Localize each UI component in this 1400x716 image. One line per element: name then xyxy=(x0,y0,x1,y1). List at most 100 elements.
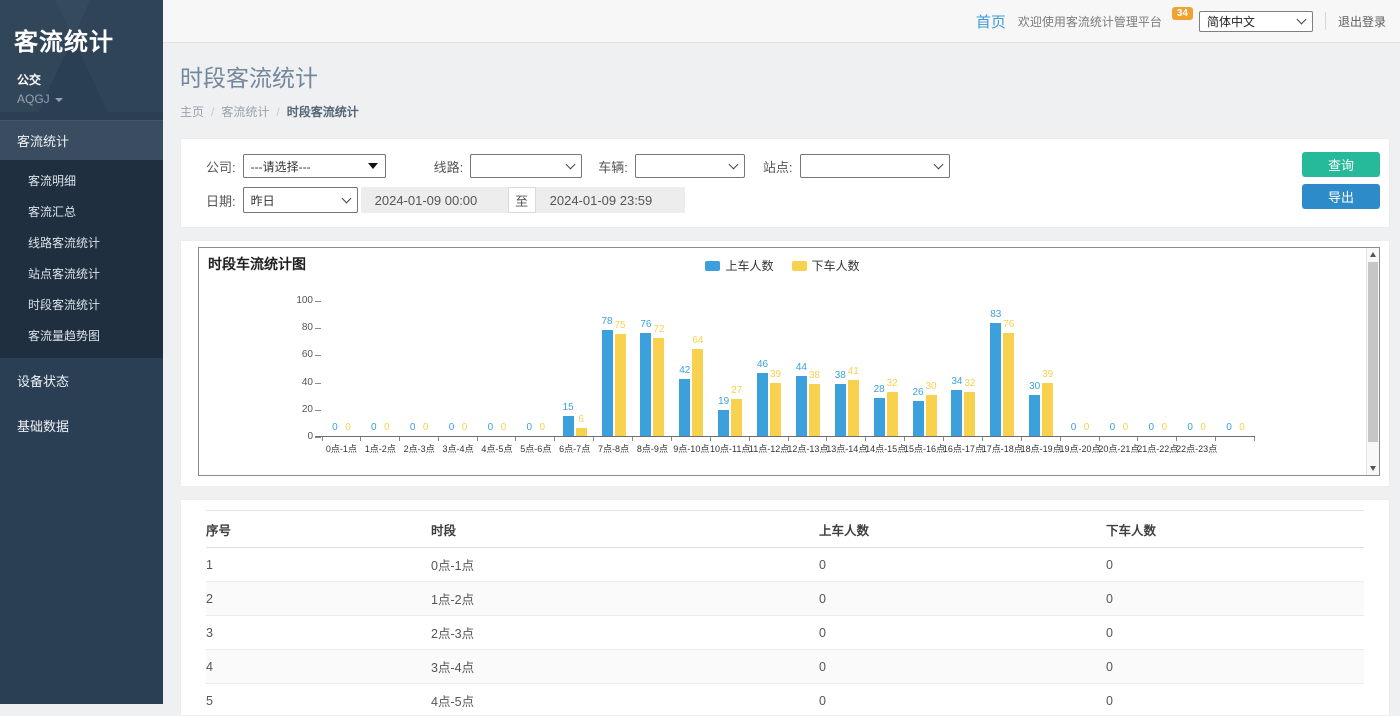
x-axis-tick xyxy=(982,437,983,441)
bar-alighting: 38 xyxy=(809,384,820,436)
sidebar-item-passenger-stats[interactable]: 客流统计 xyxy=(0,120,163,160)
sidebar-item[interactable]: 基础数据 xyxy=(0,403,163,448)
bar-value-label: 0 xyxy=(332,422,338,433)
table-cell: 0 xyxy=(1106,650,1364,684)
x-axis-label: 8点-9点 xyxy=(637,442,668,455)
time-period-table: 序号时段上车人数下车人数 10点-1点0021点-2点0032点-3点0043点… xyxy=(206,510,1364,716)
table-cell: 0 xyxy=(819,650,1106,684)
breadcrumb-home[interactable]: 主页 xyxy=(180,105,204,119)
bar-value-label: 41 xyxy=(848,366,859,377)
sidebar-submenu-item[interactable]: 线路客流统计 xyxy=(0,227,163,258)
date-preset-select[interactable]: 昨日 xyxy=(243,187,358,213)
bar-value-label: 78 xyxy=(602,316,613,327)
table-cell: 0 xyxy=(1106,616,1364,650)
chart-category: 78757点-8点 xyxy=(594,301,633,436)
bar-value-label: 0 xyxy=(1226,422,1232,433)
bar-value-label: 44 xyxy=(796,362,807,373)
table-row: 43点-4点00 xyxy=(206,650,1364,684)
sidebar-submenu-item[interactable]: 时段客流统计 xyxy=(0,289,163,320)
x-axis-tick xyxy=(1215,437,1216,441)
logout-link[interactable]: 退出登录 xyxy=(1338,13,1386,30)
export-button[interactable]: 导出 xyxy=(1302,184,1380,209)
bar-value-label: 0 xyxy=(1110,422,1116,433)
language-select[interactable]: 简体中文 xyxy=(1199,11,1313,32)
chart-category: 303918点-19点 xyxy=(1022,301,1061,436)
x-axis-label: 15点-16点 xyxy=(904,442,945,455)
table-cell: 0 xyxy=(1106,684,1364,716)
bar-value-label: 39 xyxy=(1042,369,1053,380)
x-axis-label: 6点-7点 xyxy=(559,442,590,455)
legend-item[interactable]: 下车人数 xyxy=(792,257,860,274)
bar-group: 1927 xyxy=(718,399,742,436)
bar-value-label: 32 xyxy=(887,378,898,389)
x-axis-label: 17点-18点 xyxy=(982,442,1023,455)
chart-panel: 时段车流统计图 上车人数下车人数 000点-1点001点-2点002点-3点00… xyxy=(180,240,1390,487)
triangle-down-icon xyxy=(368,163,378,169)
station-select[interactable] xyxy=(800,154,950,178)
breadcrumb-separator: / xyxy=(276,105,279,119)
bar-value-label: 76 xyxy=(640,319,651,330)
scrollbar-thumb[interactable] xyxy=(1368,262,1378,442)
query-button[interactable]: 查询 xyxy=(1302,152,1380,177)
account-menu[interactable]: AQGJ xyxy=(0,88,163,120)
bar-group: 156 xyxy=(563,416,587,436)
chart-category: 001点-2点 xyxy=(361,301,400,436)
sidebar-submenu-item[interactable]: 客流量趋势图 xyxy=(0,320,163,351)
legend-item[interactable]: 上车人数 xyxy=(705,257,773,274)
sidebar-submenu-item[interactable]: 客流明细 xyxy=(0,165,163,196)
bar-boarding: 76 xyxy=(640,333,651,436)
bar-value-label: 0 xyxy=(527,422,533,433)
chart-scrollbar[interactable] xyxy=(1366,248,1379,475)
sidebar-item[interactable]: 设备状态 xyxy=(0,358,163,403)
date-from-input[interactable]: 2024-01-09 00:00 xyxy=(361,187,508,213)
chart-category: 837617点-18点 xyxy=(983,301,1022,436)
bar-value-label: 38 xyxy=(835,370,846,381)
breadcrumb-passenger-stats[interactable]: 客流统计 xyxy=(221,105,269,119)
line-select[interactable] xyxy=(470,154,582,178)
bar-alighting: 6 xyxy=(576,428,587,436)
chevron-down-icon xyxy=(341,194,351,204)
y-axis-tick xyxy=(315,410,321,411)
bar-group: 4639 xyxy=(757,373,781,436)
table-cell: 4点-5点 xyxy=(431,684,819,716)
breadcrumb-current: 时段客流统计 xyxy=(287,105,359,119)
y-axis-tick xyxy=(315,383,321,384)
scroll-up-arrow[interactable] xyxy=(1367,248,1379,261)
chart-category: 005点-6点 xyxy=(516,301,555,436)
scroll-down-arrow[interactable] xyxy=(1367,462,1379,475)
x-axis-label: 19点-20点 xyxy=(1060,442,1101,455)
bar-boarding: 28 xyxy=(874,398,885,436)
y-axis-label: 80 xyxy=(283,322,313,333)
vehicle-select[interactable] xyxy=(635,154,745,178)
sidebar: 客流统计 公交 AQGJ 客流统计 客流明细客流汇总线路客流统计站点客流统计时段… xyxy=(0,0,163,704)
bar-boarding: 78 xyxy=(602,330,613,436)
table-header-cell: 上车人数 xyxy=(819,511,1106,548)
legend-swatch xyxy=(792,261,807,271)
date-to-input[interactable]: 2024-01-09 23:59 xyxy=(536,187,685,213)
x-axis-tick xyxy=(671,437,672,441)
chart-category: 263015点-16点 xyxy=(905,301,944,436)
table-cell: 0点-1点 xyxy=(431,548,819,582)
chevron-down-icon xyxy=(728,160,738,170)
sidebar-submenu-item[interactable]: 站点客流统计 xyxy=(0,258,163,289)
chart-category: 283214点-15点 xyxy=(866,301,905,436)
x-axis-tick xyxy=(943,437,944,441)
bar-value-label: 6 xyxy=(578,414,584,425)
bar-value-label: 0 xyxy=(384,422,390,433)
chevron-down-icon xyxy=(933,160,943,170)
sidebar-submenu-item[interactable]: 客流汇总 xyxy=(0,196,163,227)
date-label: 日期: xyxy=(206,191,236,210)
bar-value-label: 15 xyxy=(563,402,574,413)
home-link[interactable]: 首页 xyxy=(976,11,1006,32)
company-select[interactable]: ---请选择--- xyxy=(243,154,386,178)
chart-category: 343216点-17点 xyxy=(944,301,983,436)
bar-alighting: 39 xyxy=(1042,383,1053,436)
x-axis-tick xyxy=(904,437,905,441)
x-axis-tick xyxy=(1137,437,1138,441)
bar-boarding: 44 xyxy=(796,376,807,436)
legend-label: 上车人数 xyxy=(725,257,773,274)
chart-category: 003点-4点 xyxy=(439,301,478,436)
table-row: 54点-5点00 xyxy=(206,684,1364,716)
chart-categories: 000点-1点001点-2点002点-3点003点-4点004点-5点005点-… xyxy=(322,301,1255,436)
table-cell: 0 xyxy=(819,548,1106,582)
